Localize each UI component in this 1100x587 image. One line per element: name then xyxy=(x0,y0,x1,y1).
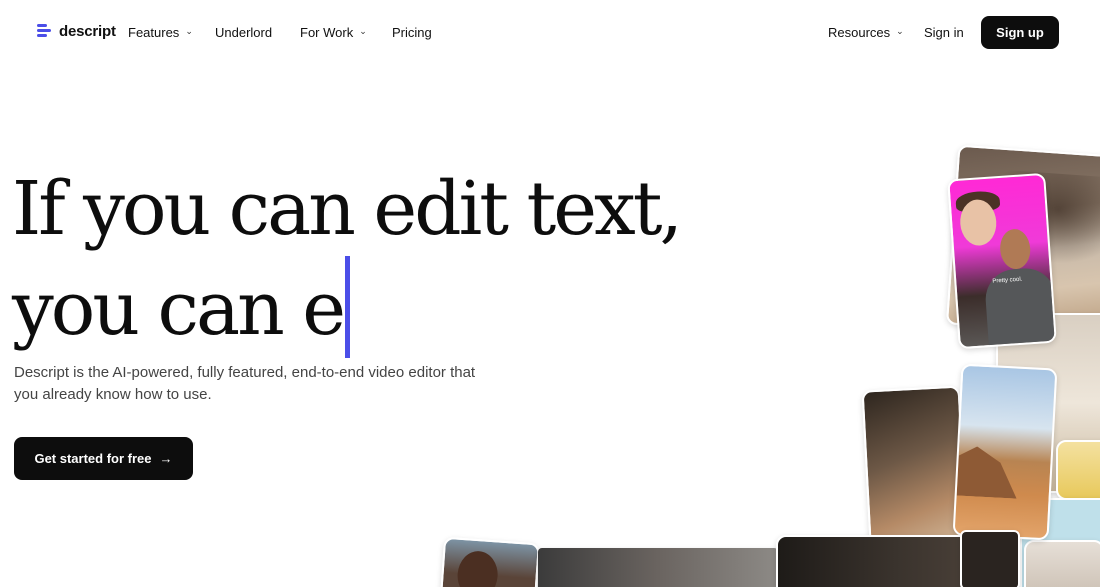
person-face xyxy=(455,549,500,587)
headline-line-1: If you can edit text, xyxy=(12,166,683,252)
headline-line-2: you can e xyxy=(12,256,680,358)
nav-pricing-label: Pricing xyxy=(392,25,432,40)
sign-up-button[interactable]: Sign up xyxy=(981,16,1059,49)
collage-dark-thumb xyxy=(960,530,1020,587)
headline-line-2-text: you can e xyxy=(12,266,346,352)
nav-resources[interactable]: Resources ⌄ xyxy=(828,25,904,40)
sign-in-link[interactable]: Sign in xyxy=(924,25,964,40)
hero-subtitle: Descript is the AI-powered, fully featur… xyxy=(14,364,476,403)
nav-pricing[interactable]: Pricing xyxy=(392,25,432,40)
hero-headline: If you can edit text, you can e xyxy=(12,162,683,358)
logo-text: descript xyxy=(59,22,116,40)
person-face xyxy=(998,228,1032,271)
logo[interactable]: descript xyxy=(37,22,116,40)
descript-logo-icon xyxy=(37,22,53,40)
nav-underlord[interactable]: Underlord xyxy=(215,25,272,40)
collage-dark-image xyxy=(776,535,976,587)
nav-resources-label: Resources xyxy=(828,25,891,40)
chevron-down-icon: ⌄ xyxy=(359,26,367,36)
top-nav: descript Features ⌄ Underlord For Work ⌄… xyxy=(0,0,1100,66)
nav-features[interactable]: Features ⌄ xyxy=(128,25,193,40)
collage-desert-image xyxy=(952,363,1058,541)
nav-for-work[interactable]: For Work ⌄ xyxy=(300,25,367,40)
nav-features-label: Features xyxy=(128,25,180,40)
sign-in-label: Sign in xyxy=(924,25,964,40)
collage-speaker-image xyxy=(440,536,540,587)
collage-person-image xyxy=(1024,540,1100,587)
chevron-down-icon: ⌄ xyxy=(896,26,904,36)
nav-underlord-label: Underlord xyxy=(215,25,273,40)
text-cursor xyxy=(345,256,351,358)
get-started-label: Get started for free xyxy=(34,451,152,466)
collage-studio-image xyxy=(538,548,778,587)
collage-two-people-image: Pretty cool. xyxy=(947,172,1057,350)
chevron-down-icon: ⌄ xyxy=(185,26,193,36)
collage-yellow-image xyxy=(1056,440,1100,500)
get-started-button[interactable]: Get started for free → xyxy=(14,437,193,480)
arrow-right-icon: → xyxy=(159,451,173,466)
nav-for-work-label: For Work xyxy=(300,25,354,40)
